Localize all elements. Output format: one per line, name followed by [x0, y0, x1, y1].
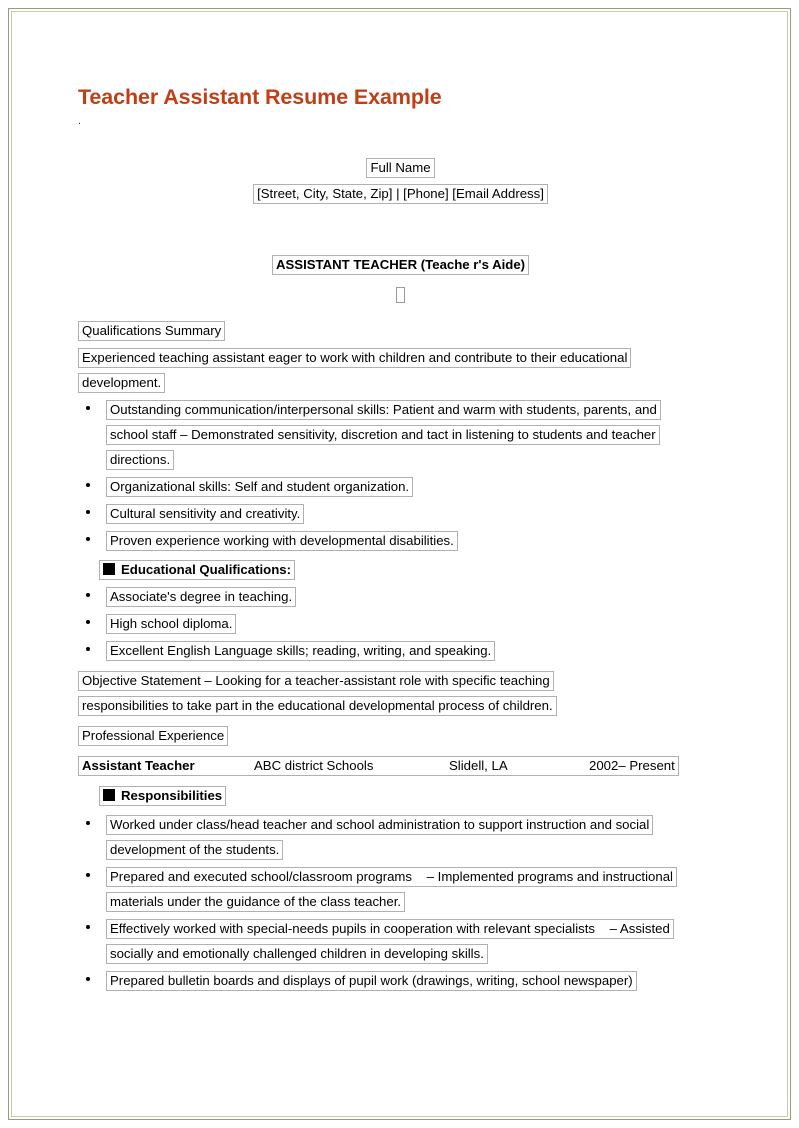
missing-glyph-row	[78, 286, 723, 304]
bullet-text: Excellent English Language skills; readi…	[106, 641, 496, 661]
bullet-line: Prepared and executed school/classroom p…	[106, 867, 723, 887]
bullet-line: Cultural sensitivity and creativity.	[106, 504, 723, 524]
bullet-line: Proven experience working with developme…	[106, 531, 723, 551]
list-item: Prepared and executed school/classroom p…	[78, 867, 723, 912]
summary-line: Experienced teaching assistant eager to …	[78, 348, 632, 368]
bullet-dot-icon	[86, 620, 90, 624]
bullet-text: Effectively worked with special-needs pu…	[106, 919, 674, 939]
experience-heading: Professional Experience	[78, 726, 229, 746]
responsibilities-heading: Responsibilities	[121, 788, 223, 803]
job-dates: 2002– Present	[589, 758, 675, 773]
list-item: High school diploma.	[78, 614, 723, 634]
bullet-dot-icon	[86, 593, 90, 597]
list-item: Outstanding communication/interpersonal …	[78, 400, 723, 470]
qualifications-summary-cont: development.	[78, 373, 723, 393]
bullet-line: Outstanding communication/interpersonal …	[106, 400, 723, 420]
bullet-text: Worked under class/head teacher and scho…	[106, 815, 654, 835]
black-square-bullet-icon	[103, 563, 115, 575]
list-item: Proven experience working with developme…	[78, 531, 723, 551]
bullet-text: school staff – Demonstrated sensitivity,…	[106, 425, 660, 445]
bullet-dot-icon	[86, 977, 90, 981]
bullet-line: Excellent English Language skills; readi…	[106, 641, 723, 661]
objective-box: Objective Statement – Looking for a teac…	[78, 671, 554, 691]
bullet-line: school staff – Demonstrated sensitivity,…	[106, 425, 723, 445]
bullet-text: Prepared bulletin boards and displays of…	[106, 971, 637, 991]
bullet-line: materials under the guidance of the clas…	[106, 892, 723, 912]
bullet-text: materials under the guidance of the clas…	[106, 892, 406, 912]
bullet-dot-icon	[86, 821, 90, 825]
bullet-text: Cultural sensitivity and creativity.	[106, 504, 305, 524]
bullet-line: High school diploma.	[106, 614, 723, 634]
objective-line-2: responsibilities to take part in the edu…	[78, 696, 723, 716]
bullet-line: socially and emotionally challenged chil…	[106, 944, 723, 964]
qualifications-summary: Experienced teaching assistant eager to …	[78, 348, 723, 368]
bullet-dot-icon	[86, 483, 90, 487]
bullet-text: Associate's degree in teaching.	[106, 587, 297, 607]
page-title: Teacher Assistant Resume Example	[78, 85, 442, 109]
bullet-dot-icon	[86, 406, 90, 410]
full-name-field[interactable]: Full Name	[366, 158, 435, 178]
headline-job-title: ASSISTANT TEACHER (Teache r's Aide)	[271, 255, 530, 275]
bullet-dot-icon	[86, 537, 90, 541]
objective-label: Objective Statement	[82, 673, 201, 688]
bullet-dot-icon	[86, 873, 90, 877]
stray-period-mark: .	[78, 115, 82, 127]
education-heading-box: Educational Qualifications:	[99, 560, 295, 580]
bullet-text: directions.	[106, 450, 175, 470]
bullet-line: Worked under class/head teacher and scho…	[106, 815, 723, 835]
bullet-text: Proven experience working with developme…	[106, 531, 458, 551]
job-position: Assistant Teacher	[82, 758, 195, 773]
job-employer: ABC district Schools	[254, 758, 374, 773]
list-item: Prepared bulletin boards and displays of…	[78, 971, 723, 991]
list-item: Effectively worked with special-needs pu…	[78, 919, 723, 964]
job-entry-row: Assistant Teacher ABC district Schools Sli…	[78, 756, 723, 776]
qualifications-heading-row: Qualifications Summary	[78, 321, 723, 341]
list-item: Associate's degree in teaching.	[78, 587, 723, 607]
bullet-text: High school diploma.	[106, 614, 237, 634]
job-location: Slidell, LA	[449, 758, 508, 773]
contact-row: [Street, City, State, Zip] | [Phone] [Em…	[78, 184, 723, 204]
resume-page: Teacher Assistant Resume Example . Full …	[0, 0, 799, 1128]
list-item: Worked under class/head teacher and scho…	[78, 815, 723, 860]
bullet-dot-icon	[86, 647, 90, 651]
job-title-row: ASSISTANT TEACHER (Teache r's Aide)	[78, 255, 723, 275]
qualifications-heading: Qualifications Summary	[78, 321, 226, 341]
bullet-dot-icon	[86, 925, 90, 929]
bullet-line: Organizational skills: Self and student …	[106, 477, 723, 497]
responsibilities-heading-row: Responsibilities	[99, 786, 723, 806]
contact-line-field[interactable]: [Street, City, State, Zip] | [Phone] [Em…	[253, 184, 548, 204]
bullet-line: Associate's degree in teaching.	[106, 587, 723, 607]
education-heading-row: Educational Qualifications:	[99, 560, 723, 580]
objective-text: – Looking for a teacher-assistant role w…	[200, 673, 550, 688]
bullet-text: development of the students.	[106, 840, 284, 860]
document-content: Teacher Assistant Resume Example . Full …	[78, 84, 723, 991]
summary-line: development.	[78, 373, 166, 393]
responsibilities-heading-box: Responsibilities	[99, 786, 227, 806]
objective-line-1: Objective Statement – Looking for a teac…	[78, 671, 723, 691]
bullet-text: Outstanding communication/interpersonal …	[106, 400, 661, 420]
experience-heading-row: Professional Experience	[78, 726, 723, 746]
education-heading: Educational Qualifications:	[121, 562, 291, 577]
bullet-dot-icon	[86, 510, 90, 514]
bullet-line: Effectively worked with special-needs pu…	[106, 919, 723, 939]
bullet-text: socially and emotionally challenged chil…	[106, 944, 488, 964]
list-item: Organizational skills: Self and student …	[78, 477, 723, 497]
list-item: Cultural sensitivity and creativity.	[78, 504, 723, 524]
bullet-text: Organizational skills: Self and student …	[106, 477, 414, 497]
objective-text: responsibilities to take part in the edu…	[78, 696, 557, 716]
missing-glyph-icon	[396, 286, 405, 303]
bullet-line: Prepared bulletin boards and displays of…	[106, 971, 723, 991]
bullet-text: Prepared and executed school/classroom p…	[106, 867, 677, 887]
full-name-row: Full Name	[78, 158, 723, 178]
list-item: Excellent English Language skills; readi…	[78, 641, 723, 661]
bullet-line: development of the students.	[106, 840, 723, 860]
job-entry: Assistant Teacher ABC district Schools Sli…	[78, 756, 679, 776]
black-square-bullet-icon	[103, 789, 115, 801]
bullet-line: directions.	[106, 450, 723, 470]
